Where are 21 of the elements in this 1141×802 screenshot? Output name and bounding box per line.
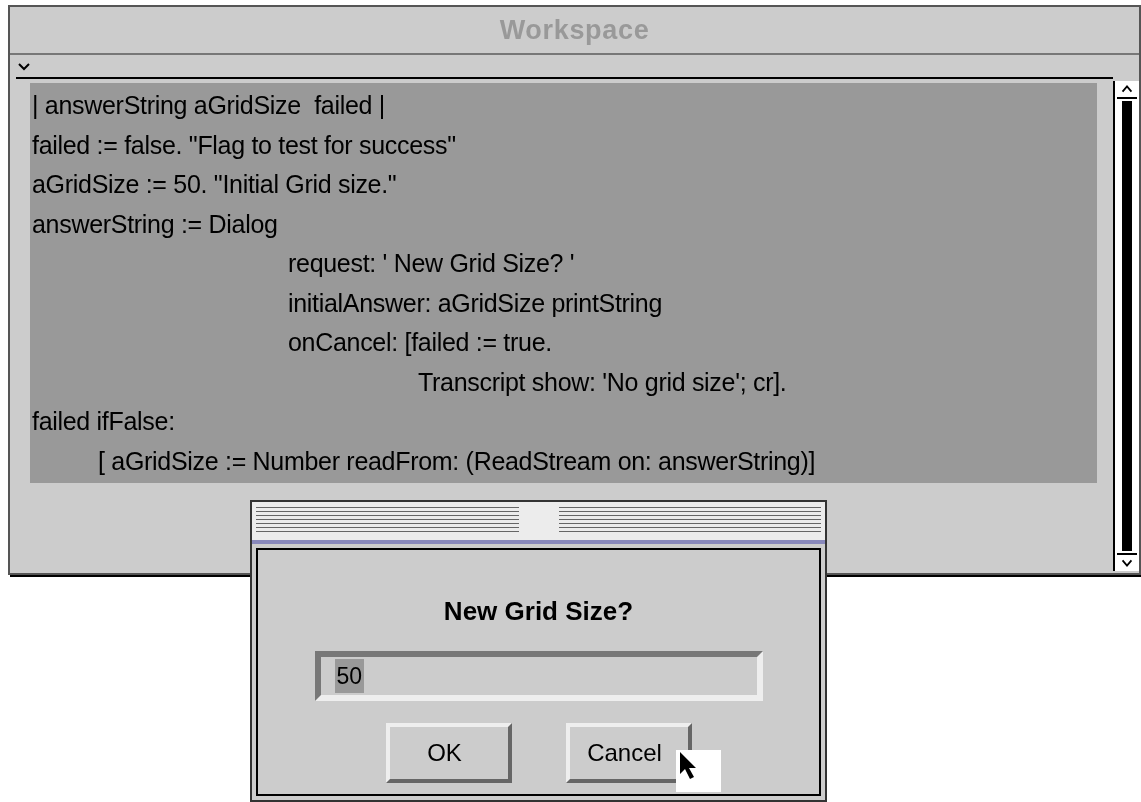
code-line: failed := false. "Flag to test for success" [32, 129, 457, 161]
code-line: | answerString aGridSize failed | [32, 90, 386, 121]
code-editor[interactable] [30, 83, 1097, 483]
field-value: 50 [334, 658, 365, 694]
dialog-title-bar[interactable] [252, 502, 825, 544]
code-line: Transcript show: 'No grid size'; cr]. [417, 366, 788, 398]
code-line: onCancel: [failed := true. [287, 327, 553, 358]
answer-field[interactable]: 50 [314, 651, 763, 701]
ok-button[interactable]: OK [385, 723, 512, 783]
code-line: aGridSize := 50. "Initial Grid size." [32, 169, 398, 200]
mouse-pointer-icon [676, 750, 721, 792]
cancel-button[interactable]: Cancel [565, 723, 692, 783]
code-line: answerString := Dialog [32, 208, 279, 240]
scroll-thumb[interactable] [1122, 101, 1132, 551]
code-line: request: ' New Grid Size? ' [287, 248, 576, 279]
code-line: initialAnswer: aGridSize printString [287, 287, 664, 319]
code-line: failed ifFalse: [32, 406, 176, 437]
chevron-down-icon[interactable] [18, 63, 30, 71]
vertical-scrollbar[interactable] [1113, 81, 1139, 571]
code-line: [ aGridSize := Number readFrom: (ReadStream on: answerString)] [97, 445, 817, 477]
dialog-prompt: New Grid Size? [443, 595, 634, 628]
